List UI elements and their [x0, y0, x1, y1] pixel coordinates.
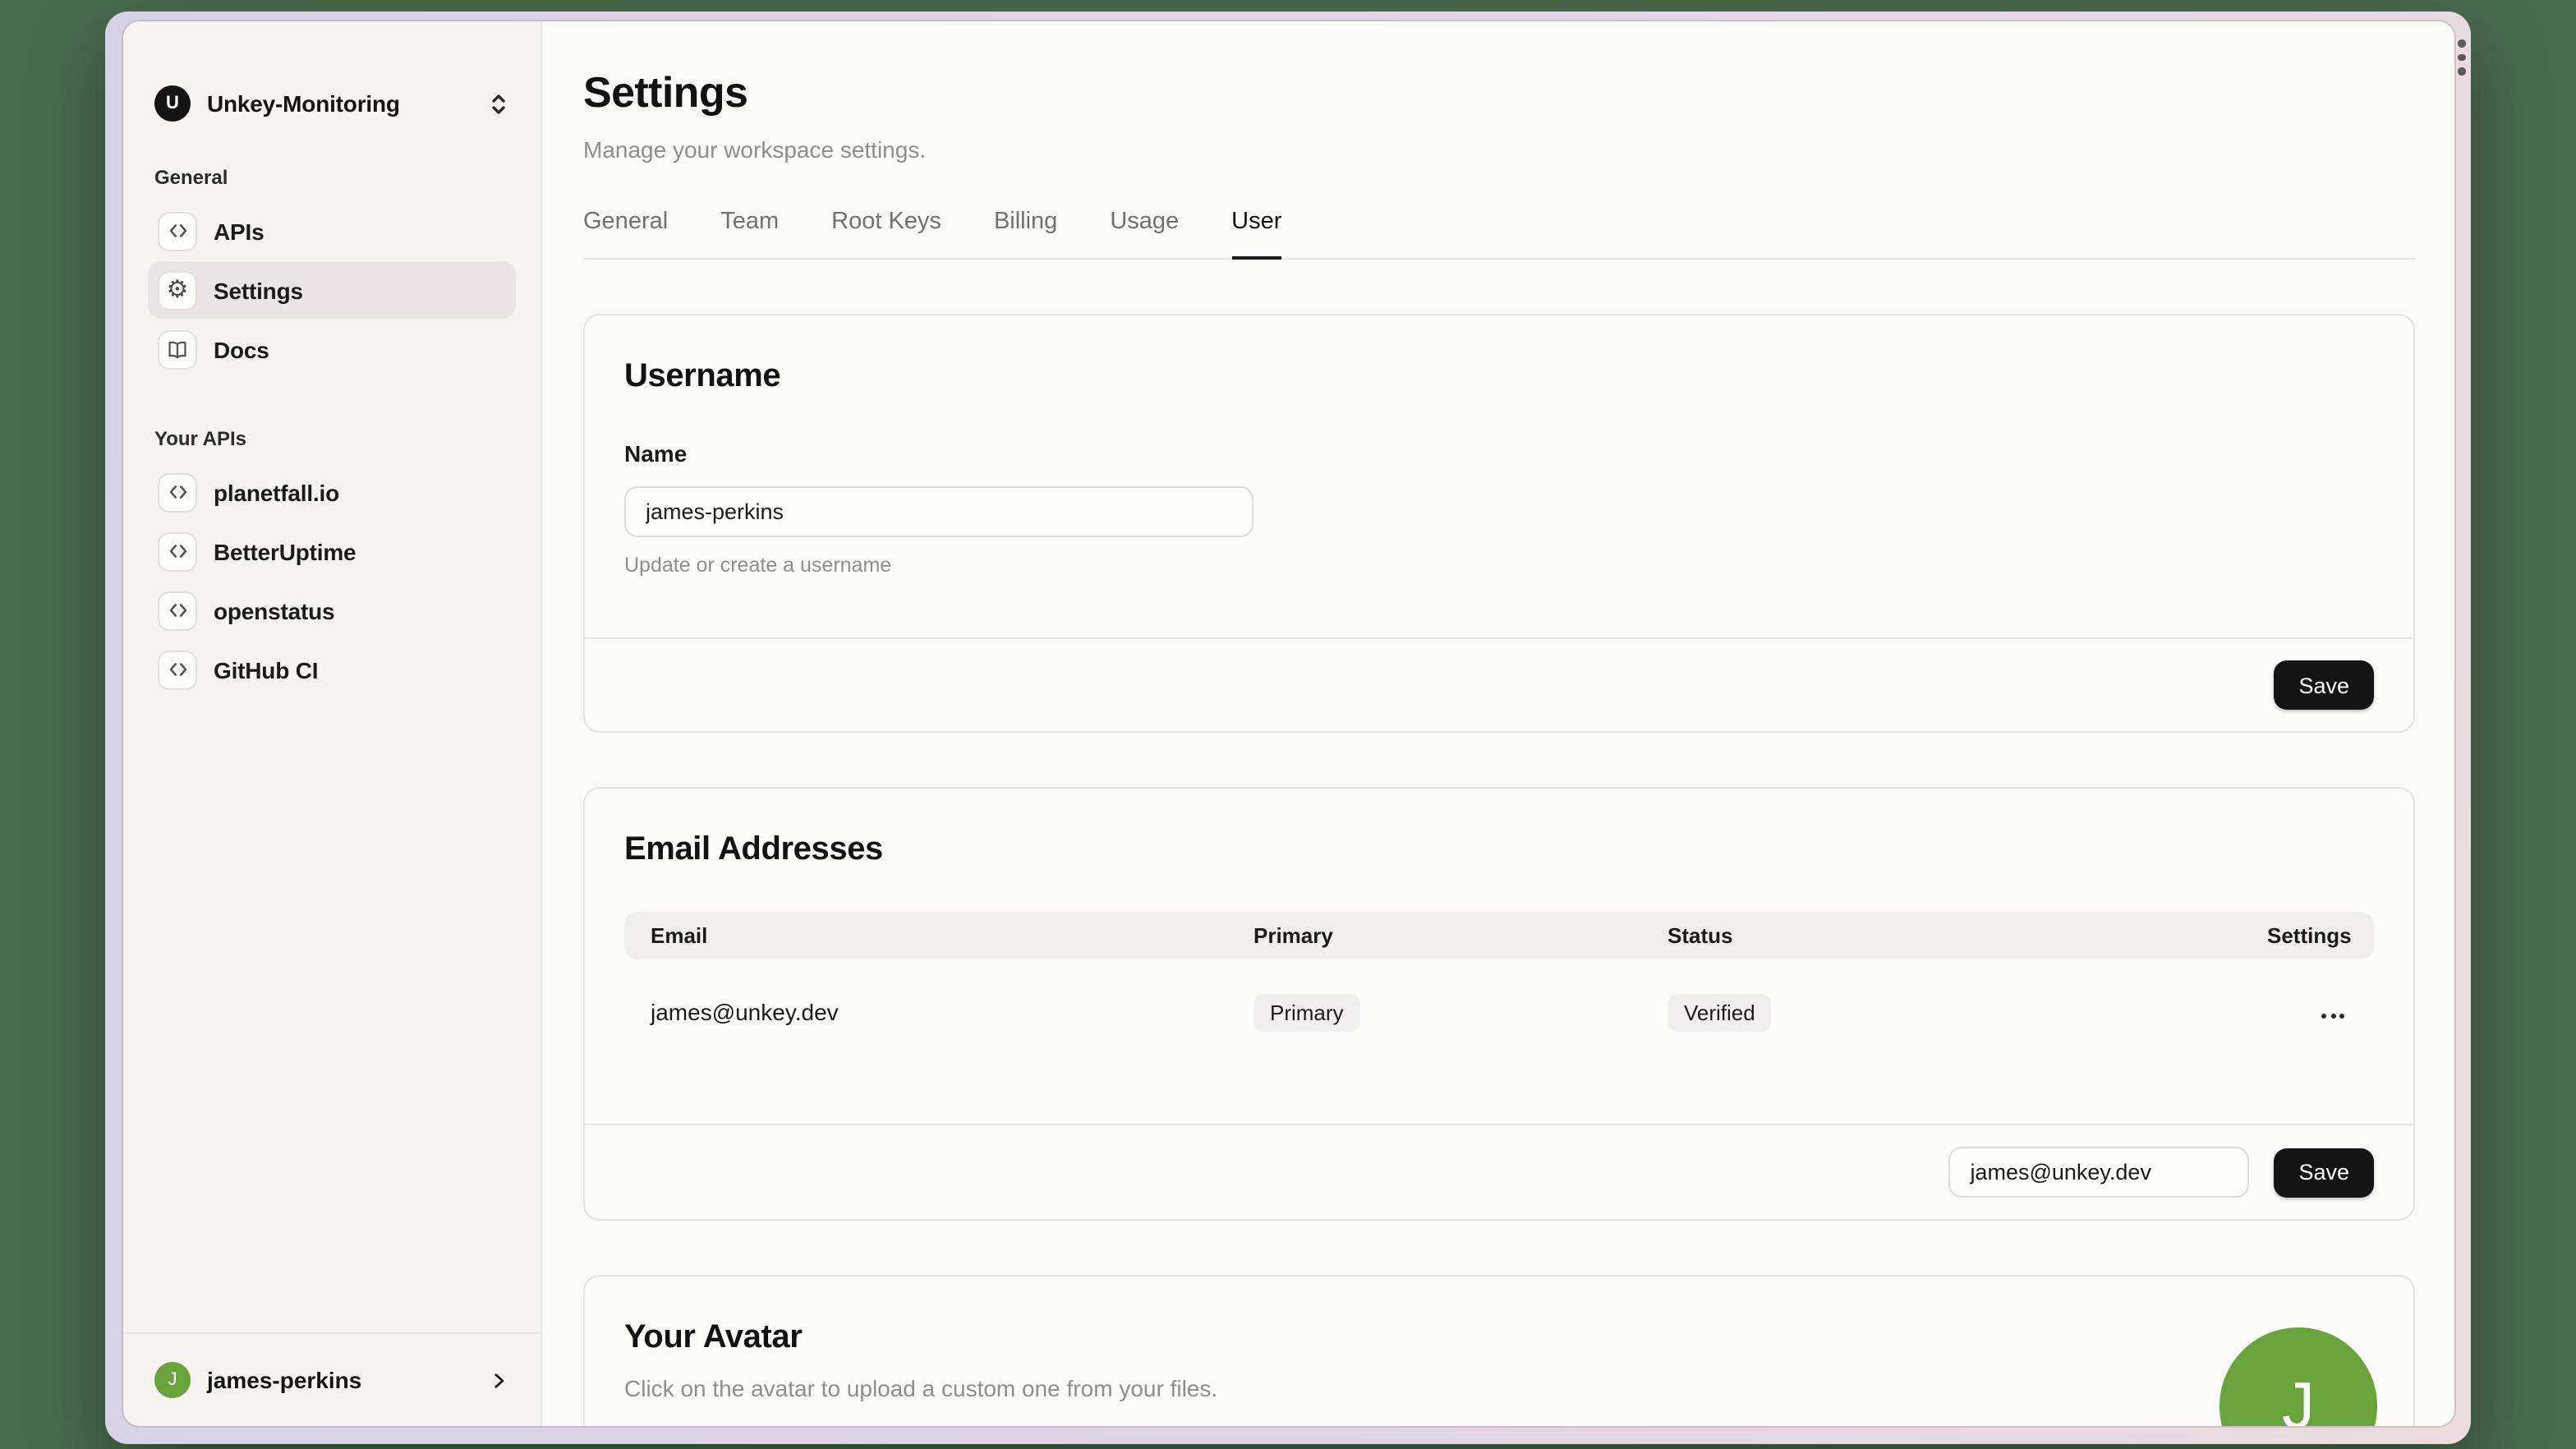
- save-email-button[interactable]: Save: [2274, 1148, 2374, 1197]
- column-header-email: Email: [651, 923, 708, 948]
- name-field-label: Name: [624, 440, 688, 467]
- row-options-ellipsis-icon[interactable]: [2318, 1007, 2348, 1025]
- email-card-title: Email Addresses: [624, 831, 883, 867]
- sidebar-item-label: openstatus: [214, 597, 335, 623]
- avatar-card-title: Your Avatar: [624, 1319, 803, 1355]
- sidebar-item-betteruptime[interactable]: BetterUptime: [148, 522, 516, 580]
- column-header-status: Status: [1668, 923, 1733, 948]
- workspace-name: Unkey-Monitoring: [207, 90, 400, 117]
- page-subtitle: Manage your workspace settings.: [583, 136, 927, 163]
- sidebar-section-general: General: [154, 166, 228, 189]
- sidebar-item-label: Docs: [214, 336, 269, 362]
- app-window: U Unkey-Monitoring General APIs ⚙ Settin…: [105, 12, 2471, 1444]
- sidebar-item-label: GitHub CI: [214, 656, 319, 683]
- code-icon: [158, 531, 197, 571]
- main-content: Settings Manage your workspace settings.…: [542, 21, 2454, 1426]
- page-title: Settings: [583, 67, 748, 117]
- tab-team[interactable]: Team: [720, 209, 779, 260]
- email-table-header: Email Primary Status Settings: [624, 912, 2374, 959]
- user-name: james-perkins: [207, 1367, 362, 1393]
- username-card-title: Username: [624, 358, 781, 394]
- column-header-primary: Primary: [1254, 923, 1333, 948]
- chevron-right-icon: [488, 1369, 509, 1391]
- workspace-switcher[interactable]: U Unkey-Monitoring: [148, 80, 516, 126]
- window-drag-handle-icon[interactable]: [2458, 39, 2466, 75]
- sidebar-item-docs[interactable]: Docs: [148, 320, 516, 378]
- avatar-card-subtitle: Click on the avatar to upload a custom o…: [624, 1375, 1218, 1401]
- app-content: U Unkey-Monitoring General APIs ⚙ Settin…: [123, 21, 2454, 1426]
- username-card: Username Name Update or create a usernam…: [583, 314, 2415, 733]
- add-email-input[interactable]: [1948, 1147, 2250, 1198]
- sidebar-nav-general: APIs ⚙ Settings Docs: [148, 202, 516, 378]
- sidebar-item-label: BetterUptime: [214, 538, 356, 564]
- avatar-card: Your Avatar Click on the avatar to uploa…: [583, 1275, 2415, 1426]
- sidebar-item-settings[interactable]: ⚙ Settings: [148, 261, 516, 319]
- sidebar-item-label: APIs: [214, 218, 264, 244]
- gear-icon: ⚙: [158, 270, 197, 310]
- chevron-up-down-icon: [488, 91, 509, 116]
- sidebar-section-your-apis: Your APIs: [154, 427, 247, 450]
- sidebar: U Unkey-Monitoring General APIs ⚙ Settin…: [123, 21, 542, 1426]
- email-addresses-card: Email Addresses Email Primary Status Set…: [583, 787, 2415, 1221]
- email-address: james@unkey.dev: [651, 999, 839, 1025]
- code-icon: [158, 650, 197, 689]
- sidebar-item-openstatus[interactable]: openstatus: [148, 582, 516, 639]
- tab-usage[interactable]: Usage: [1110, 209, 1179, 260]
- tab-billing[interactable]: Billing: [994, 209, 1057, 260]
- code-icon: [158, 472, 197, 512]
- settings-tabs: General Team Root Keys Billing Usage Use…: [583, 209, 2415, 260]
- sidebar-item-label: planetfall.io: [214, 479, 339, 505]
- sidebar-item-planetfall[interactable]: planetfall.io: [148, 463, 516, 521]
- book-icon: [158, 329, 197, 369]
- sidebar-item-github-ci[interactable]: GitHub CI: [148, 641, 516, 698]
- sidebar-nav-your-apis: planetfall.io BetterUptime openstatus Gi…: [148, 463, 516, 698]
- sidebar-item-label: Settings: [214, 277, 303, 303]
- code-icon: [158, 211, 197, 251]
- code-icon: [158, 591, 197, 630]
- user-menu[interactable]: J james-perkins: [123, 1332, 540, 1426]
- name-input[interactable]: [624, 486, 1254, 537]
- sidebar-item-apis[interactable]: APIs: [148, 202, 516, 260]
- workspace-avatar: U: [154, 85, 191, 122]
- screenshot-stage: U Unkey-Monitoring General APIs ⚙ Settin…: [0, 0, 2576, 1449]
- primary-badge: Primary: [1254, 993, 1360, 1031]
- tab-user[interactable]: User: [1231, 209, 1282, 260]
- name-helper-text: Update or create a username: [624, 554, 892, 577]
- user-avatar: J: [154, 1362, 191, 1398]
- tab-general[interactable]: General: [583, 209, 668, 260]
- column-header-settings: Settings: [2267, 923, 2352, 948]
- email-table-row: james@unkey.dev Primary Verified: [624, 959, 2374, 1065]
- verified-status-badge: Verified: [1668, 993, 1772, 1031]
- save-username-button[interactable]: Save: [2274, 660, 2374, 710]
- tab-root-keys[interactable]: Root Keys: [831, 209, 941, 260]
